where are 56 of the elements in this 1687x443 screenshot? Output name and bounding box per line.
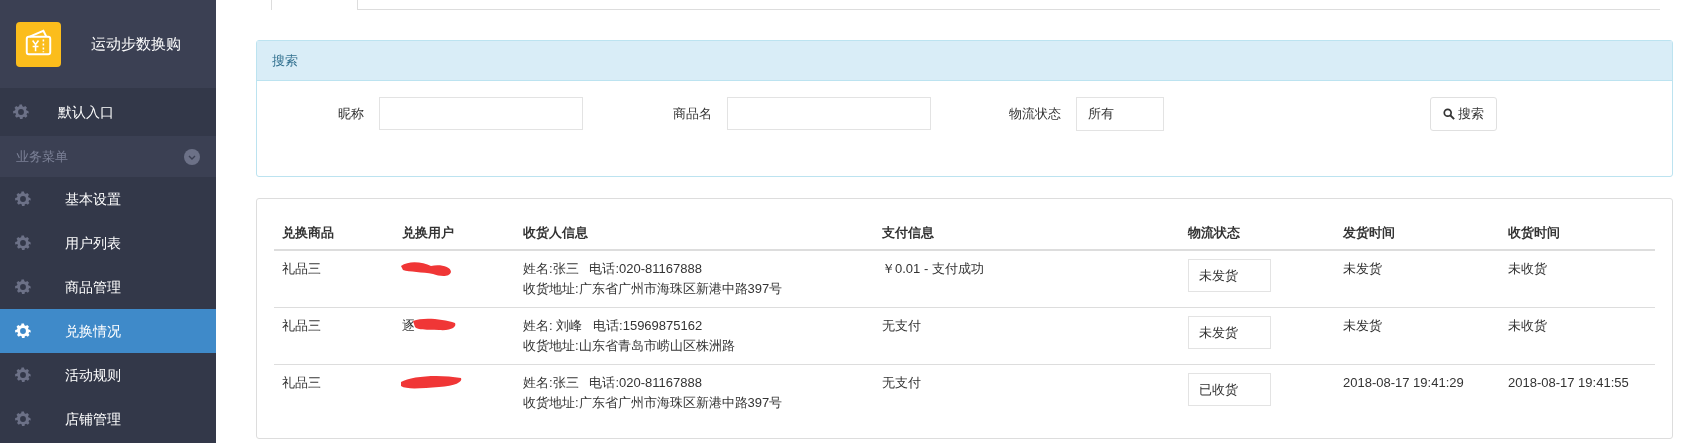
sidebar-item[interactable]: 用户列表 — [0, 221, 216, 265]
table-cell: 逐 — [402, 318, 415, 333]
chevron-icon — [184, 148, 200, 165]
column-header: 兑换用户 — [402, 225, 454, 241]
sidebar-item[interactable]: 兑换情况 — [0, 309, 216, 353]
gear-icon — [13, 365, 33, 385]
search-icon — [1443, 107, 1455, 120]
sidebar-item[interactable]: 默认入口 — [0, 88, 216, 136]
nickname-field[interactable] — [379, 97, 583, 130]
table-cell: 2018-08-17 19:41:55 — [1508, 375, 1629, 390]
column-header: 发货时间 — [1343, 225, 1395, 241]
column-header: 兑换商品 — [282, 225, 334, 241]
field-label: 商品名 — [673, 104, 712, 123]
gear-icon — [13, 189, 33, 209]
address-text: 收货地址:广东省广州市海珠区新港中路397号 — [523, 394, 784, 412]
table-cell: 礼品三 — [282, 261, 321, 276]
status-dropdown[interactable]: 所有 — [1076, 96, 1164, 131]
column-header: 物流状态 — [1188, 225, 1240, 241]
table-cell: 无支付 — [882, 375, 921, 390]
sidebar-item[interactable]: 基本设置 — [0, 177, 216, 221]
panel-title: 搜索 — [272, 51, 298, 70]
gear-icon — [13, 233, 33, 253]
status-dropdown[interactable]: 未发货 — [1188, 259, 1271, 292]
gear-icon — [13, 277, 33, 297]
address-text: 收货地址:山东省青岛市崂山区株洲路 — [523, 337, 736, 355]
column-header: 支付信息 — [882, 225, 934, 241]
receiver-info: 姓名:张三 电话:020-81167888 — [523, 260, 703, 278]
table-cell: 未收货 — [1508, 261, 1547, 276]
logo-icon — [16, 21, 61, 67]
section-label: 业务菜单 — [16, 147, 68, 166]
table-cell: 未发货 — [1343, 318, 1382, 333]
status-dropdown[interactable]: 已收货 — [1188, 373, 1271, 406]
column-header: 收货人信息 — [523, 225, 588, 241]
table-cell: 无支付 — [882, 318, 921, 333]
field-label: 昵称 — [337, 104, 364, 123]
column-header: 收货时间 — [1508, 225, 1560, 241]
sidebar-item[interactable]: 活动规则 — [0, 353, 216, 397]
address-text: 收货地址:广东省广州市海珠区新港中路397号 — [523, 280, 784, 298]
table-cell: 礼品三 — [282, 318, 321, 333]
gear-icon — [11, 102, 31, 122]
table-cell: 未收货 — [1508, 318, 1547, 333]
table-cell: ￥0.01 - 支付成功 — [882, 261, 984, 276]
gear-icon — [13, 321, 33, 341]
table-cell: 2018-08-17 19:41:29 — [1343, 375, 1464, 390]
receiver-info: 姓名:张三 电话:020-81167888 — [523, 374, 703, 392]
gear-icon — [13, 409, 33, 429]
table-cell: 礼品三 — [282, 375, 321, 390]
search-button[interactable]: 搜索 — [1430, 96, 1497, 131]
status-dropdown[interactable]: 未发货 — [1188, 316, 1271, 349]
table-cell: 未发货 — [1343, 261, 1382, 276]
product-name-field[interactable] — [727, 97, 931, 130]
app-title: 运动步数换购 — [91, 33, 181, 54]
receiver-info: 姓名: 刘峰 电话:15969875162 — [523, 317, 704, 335]
sidebar-item[interactable]: 店铺管理 — [0, 397, 216, 441]
field-label: 物流状态 — [1009, 104, 1061, 123]
sidebar-item[interactable]: 商品管理 — [0, 265, 216, 309]
